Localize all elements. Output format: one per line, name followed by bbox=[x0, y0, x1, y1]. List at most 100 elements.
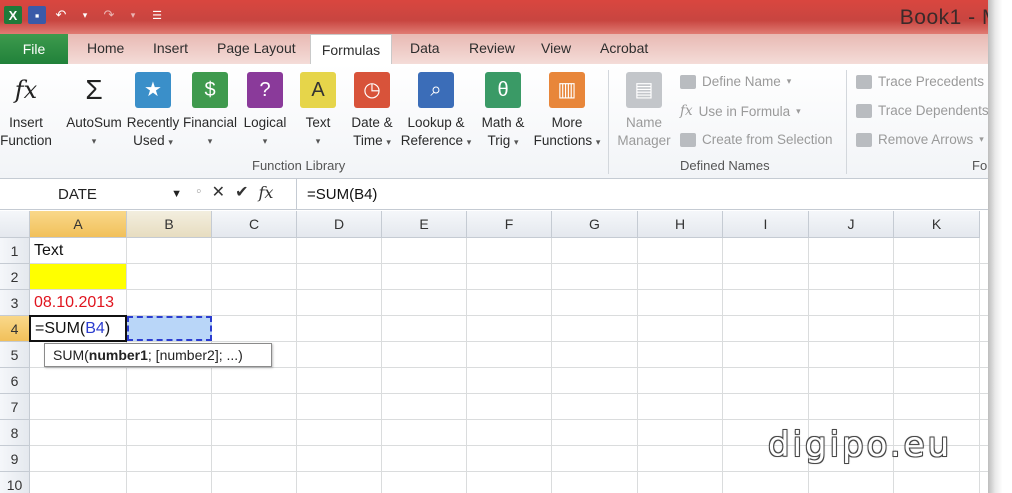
column-header-j[interactable]: J bbox=[809, 211, 894, 238]
autosum-button[interactable]: Σ AutoSum ▾ bbox=[64, 72, 124, 150]
tab-data[interactable]: Data bbox=[410, 40, 440, 56]
formula-input[interactable]: =SUM(B4) bbox=[296, 179, 990, 209]
column-header-b[interactable]: B bbox=[127, 211, 212, 238]
resize-handle-icon[interactable]: ◦ bbox=[196, 183, 202, 201]
excel-logo-icon[interactable]: X bbox=[4, 6, 22, 24]
more-functions-book-icon: ▥ bbox=[549, 72, 585, 108]
cell-a3[interactable]: 08.10.2013 bbox=[30, 290, 126, 315]
financial-button[interactable]: $ Financial ▾ bbox=[182, 72, 238, 150]
lookup-label-2: Reference bbox=[400, 133, 463, 148]
gridline bbox=[296, 238, 297, 493]
tab-formulas[interactable]: Formulas bbox=[310, 34, 392, 64]
gridline bbox=[551, 238, 552, 493]
row-header-9[interactable]: 9 bbox=[0, 446, 30, 472]
create-from-selection-button[interactable]: Create from Selection bbox=[680, 132, 833, 147]
enter-check-icon[interactable]: ✔ bbox=[235, 182, 248, 202]
remove-arrows-dropdown-icon: ▾ bbox=[979, 134, 984, 144]
row-header-10[interactable]: 10 bbox=[0, 472, 30, 493]
insert-function-button[interactable]: fx Insert Function bbox=[0, 72, 52, 150]
define-name-button[interactable]: Define Name ▾ bbox=[680, 74, 791, 89]
name-manager-button[interactable]: ▤ Name Manager bbox=[614, 72, 674, 150]
name-manager-icon: ▤ bbox=[626, 72, 662, 108]
tab-view[interactable]: View bbox=[541, 40, 571, 56]
cancel-icon[interactable]: ✕ bbox=[212, 182, 225, 202]
insert-function-fx-icon[interactable]: fx bbox=[258, 183, 273, 202]
tab-home[interactable]: Home bbox=[87, 40, 124, 56]
gridline bbox=[30, 393, 990, 394]
column-header-i[interactable]: I bbox=[723, 211, 809, 238]
trace-dependents-icon bbox=[856, 103, 872, 118]
tab-review[interactable]: Review bbox=[469, 40, 515, 56]
gridline bbox=[381, 238, 382, 493]
row-header-5[interactable]: 5 bbox=[0, 342, 30, 368]
row-header-8[interactable]: 8 bbox=[0, 420, 30, 446]
row-header-7[interactable]: 7 bbox=[0, 394, 30, 420]
column-header-a[interactable]: A bbox=[30, 211, 127, 238]
row-header-3[interactable]: 3 bbox=[0, 290, 30, 316]
gridline bbox=[30, 289, 990, 290]
redo-icon[interactable]: ↷ bbox=[100, 6, 118, 24]
cell-b4-reference-highlight[interactable] bbox=[127, 316, 212, 341]
trace-precedents-label: Trace Precedents bbox=[878, 74, 985, 89]
row-header-4[interactable]: 4 bbox=[0, 316, 30, 342]
column-header-h[interactable]: H bbox=[638, 211, 723, 238]
row-header-2[interactable]: 2 bbox=[0, 264, 30, 290]
cell-a2[interactable] bbox=[30, 264, 126, 289]
text-label: Text bbox=[305, 115, 331, 130]
trace-dependents-button[interactable]: Trace Dependents bbox=[856, 103, 989, 118]
insert-function-label-2: Function bbox=[0, 133, 52, 148]
autosum-label: AutoSum bbox=[66, 115, 122, 130]
financial-book-icon: $ bbox=[192, 72, 228, 108]
math-trig-book-icon: θ bbox=[485, 72, 521, 108]
formula-reference: B4 bbox=[85, 319, 105, 337]
tab-acrobat[interactable]: Acrobat bbox=[600, 40, 648, 56]
select-all-corner[interactable] bbox=[0, 211, 30, 238]
use-in-formula-button[interactable]: fx Use in Formula ▾ bbox=[680, 103, 801, 119]
undo-dropdown-icon[interactable]: ▾ bbox=[76, 6, 94, 24]
row-header-1[interactable]: 1 bbox=[0, 238, 30, 264]
recently-used-button[interactable]: ★ Recently Used ▾ bbox=[126, 72, 180, 151]
lookup-book-icon: ⌕ bbox=[418, 72, 454, 108]
cell-a1[interactable]: Text bbox=[30, 238, 126, 263]
tooltip-rest: ; [number2]; ...) bbox=[147, 347, 243, 363]
undo-icon[interactable]: ↶ bbox=[52, 6, 70, 24]
remove-arrows-button[interactable]: Remove Arrows ▾ bbox=[856, 132, 984, 147]
create-from-selection-label: Create from Selection bbox=[702, 132, 833, 147]
tab-page-layout[interactable]: Page Layout bbox=[217, 40, 296, 56]
column-header-c[interactable]: C bbox=[212, 211, 297, 238]
save-icon[interactable]: ▪ bbox=[28, 6, 46, 24]
formula-prefix: =SUM( bbox=[35, 319, 86, 337]
logical-dropdown-icon: ▾ bbox=[262, 136, 268, 146]
gridline bbox=[30, 471, 990, 472]
logical-button[interactable]: ? Logical ▾ bbox=[240, 72, 290, 150]
tooltip-current-argument[interactable]: number1 bbox=[89, 347, 148, 363]
more-functions-button[interactable]: ▥ More Functions ▾ bbox=[530, 72, 604, 151]
column-header-k[interactable]: K bbox=[894, 211, 980, 238]
date-time-button[interactable]: ◷ Date & Time ▾ bbox=[346, 72, 398, 151]
text-button[interactable]: A Text ▾ bbox=[298, 72, 338, 150]
trace-precedents-button[interactable]: Trace Precedents bbox=[856, 74, 984, 89]
column-header-d[interactable]: D bbox=[297, 211, 382, 238]
use-in-formula-dropdown-icon: ▾ bbox=[796, 105, 801, 116]
tab-file[interactable]: File bbox=[0, 34, 68, 64]
column-header-g[interactable]: G bbox=[552, 211, 638, 238]
column-header-e[interactable]: E bbox=[382, 211, 467, 238]
customize-qat-icon[interactable]: ☰ bbox=[148, 6, 166, 24]
gridline bbox=[30, 341, 990, 342]
lookup-reference-button[interactable]: ⌕ Lookup & Reference ▾ bbox=[400, 72, 472, 151]
logical-book-icon: ? bbox=[247, 72, 283, 108]
defined-names-group-label: Defined Names bbox=[680, 158, 770, 173]
name-box-dropdown-icon[interactable]: ▼ bbox=[171, 188, 182, 200]
function-tooltip[interactable]: SUM(number1; [number2]; ...) bbox=[44, 343, 272, 367]
cell-a4-active[interactable]: =SUM(B4) bbox=[29, 315, 127, 342]
row-header-6[interactable]: 6 bbox=[0, 368, 30, 394]
tab-insert[interactable]: Insert bbox=[153, 40, 188, 56]
gridline bbox=[637, 238, 638, 493]
column-header-f[interactable]: F bbox=[467, 211, 552, 238]
watermark-logo: digipo.eu bbox=[768, 425, 953, 465]
name-box[interactable]: DATE ▼ bbox=[0, 182, 186, 206]
name-manager-label-2: Manager bbox=[617, 133, 671, 148]
ribbon-separator bbox=[608, 70, 609, 174]
redo-dropdown-icon[interactable]: ▾ bbox=[124, 6, 142, 24]
math-trig-button[interactable]: θ Math & Trig ▾ bbox=[476, 72, 530, 151]
